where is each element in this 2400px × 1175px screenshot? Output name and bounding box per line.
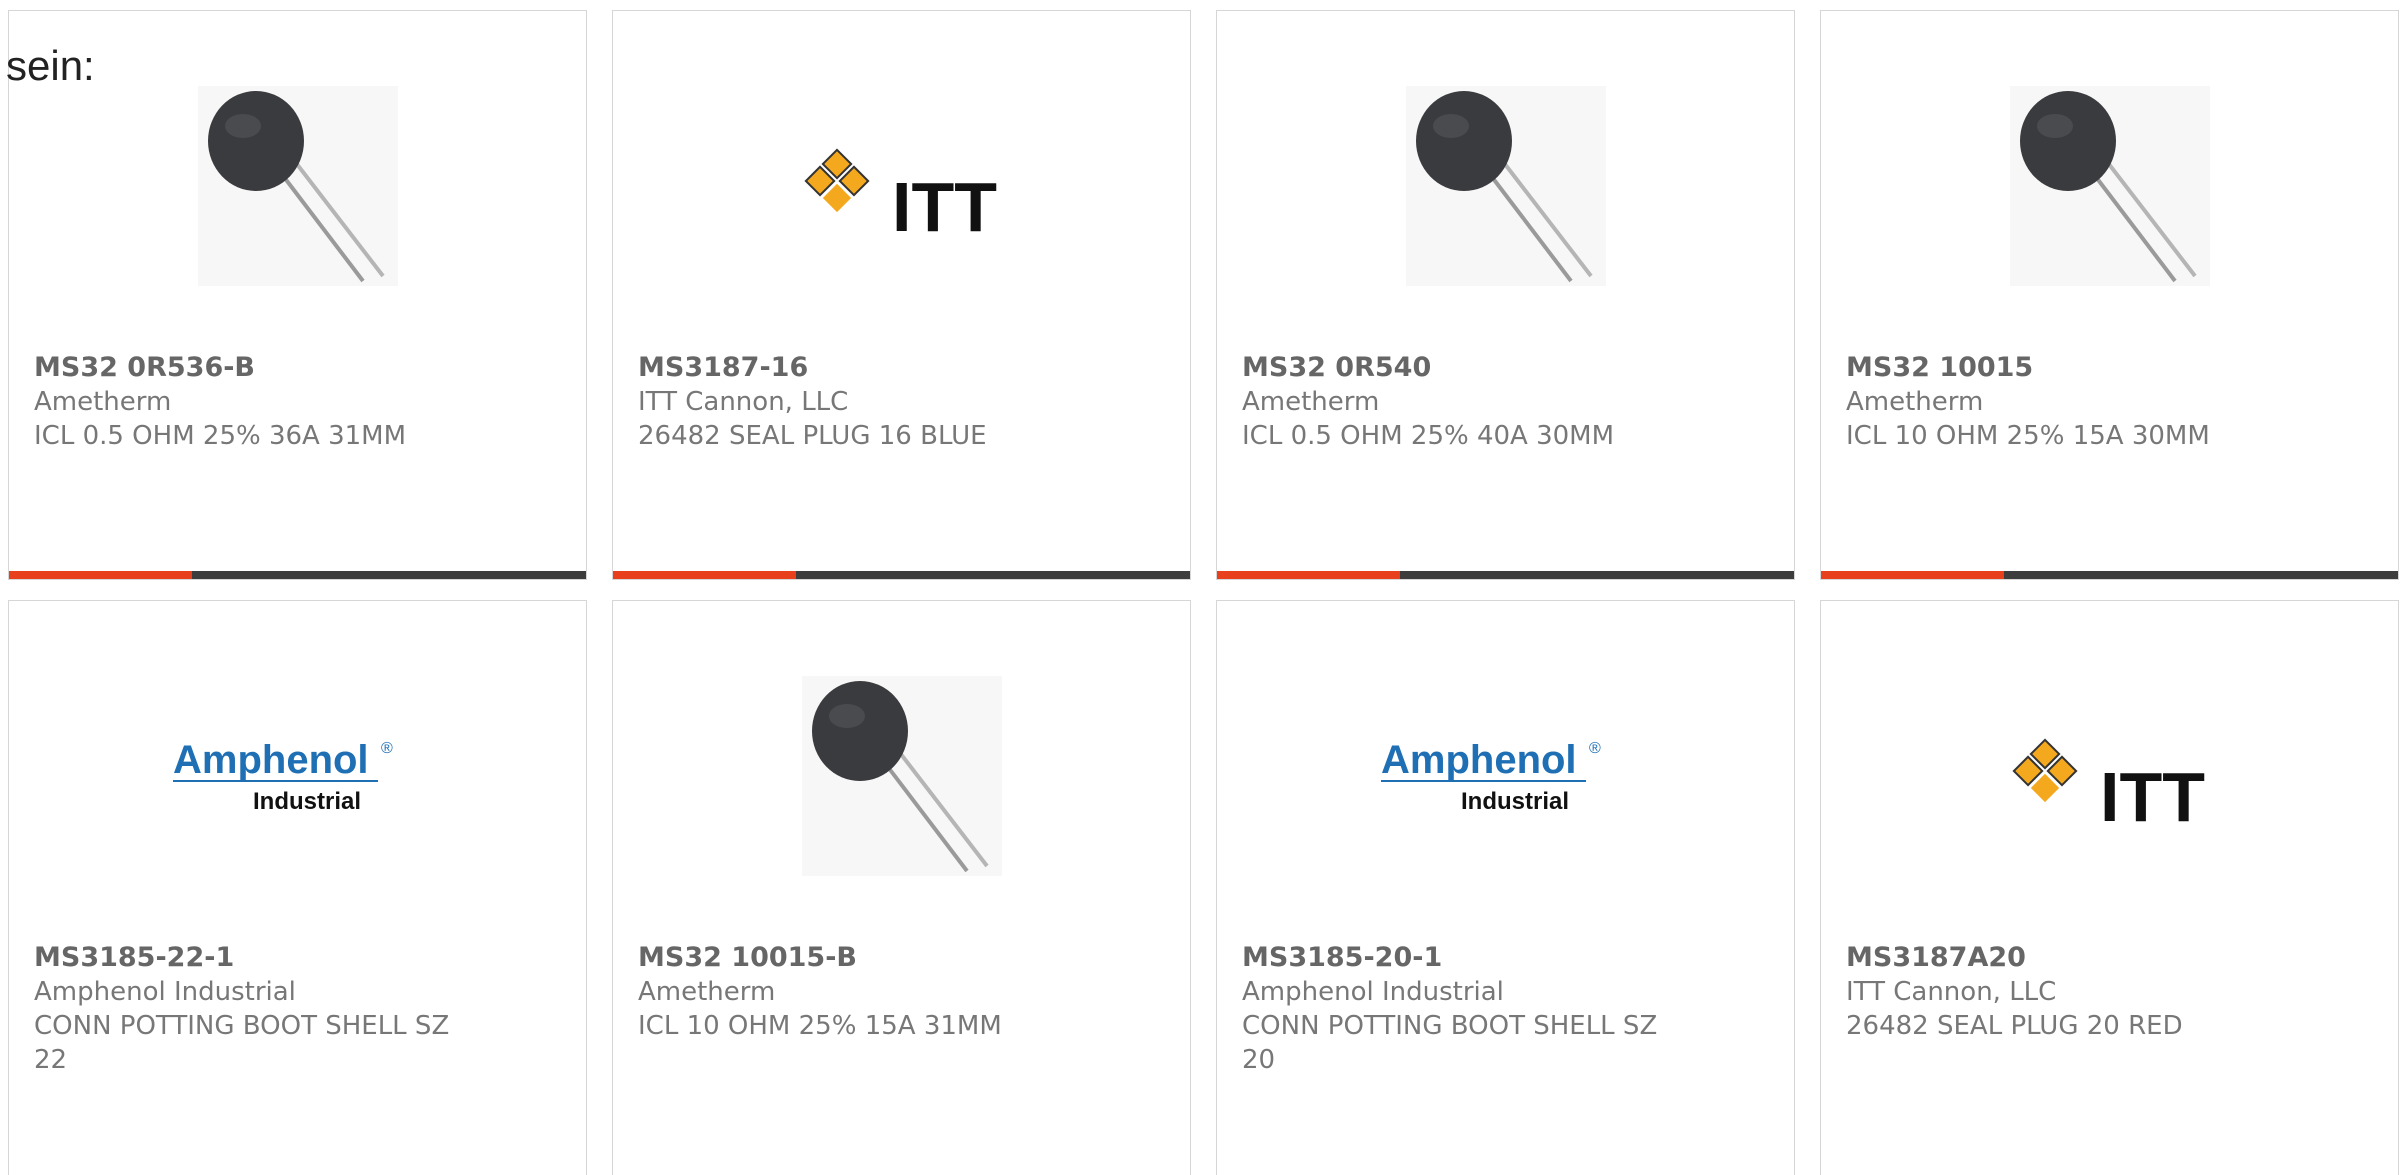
- manufacturer: Ametherm: [34, 387, 172, 417]
- description: ICL 0.5 OHM 25% 36A 31MM: [34, 421, 407, 451]
- intro-text: sein:: [6, 42, 95, 89]
- description: ICL 10 OHM 25% 15A 31MM: [638, 1011, 1002, 1041]
- part-number[interactable]: MS32 10015-B: [638, 941, 1165, 975]
- product-image[interactable]: [613, 661, 1190, 891]
- product-image[interactable]: ITT: [613, 71, 1190, 301]
- product-card[interactable]: ITT MS3187-16 ITT Cannon, LLC 26482 SEAL…: [612, 10, 1191, 580]
- card-accent-bar: [1217, 571, 1400, 579]
- product-image[interactable]: Amphenol ® Industrial: [1217, 661, 1794, 891]
- card-accent-bar: [9, 571, 192, 579]
- part-number[interactable]: MS3185-22-1: [34, 941, 561, 975]
- itt-logo-text: ITT: [2100, 758, 2205, 836]
- description: ICL 0.5 OHM 25% 40A 30MM: [1242, 421, 1615, 451]
- part-number[interactable]: MS32 10015: [1846, 351, 2373, 385]
- product-card[interactable]: Amphenol ® Industrial MS3185-22-1 Amphen…: [8, 600, 587, 1175]
- product-card[interactable]: MS32 10015 Ametherm ICL 10 OHM 25% 15A 3…: [1820, 10, 2399, 580]
- card-bottom-bar: [1821, 571, 2398, 579]
- product-image[interactable]: Amphenol ® Industrial: [9, 661, 586, 891]
- manufacturer: ITT Cannon, LLC: [1846, 977, 2057, 1007]
- part-number[interactable]: MS3185-20-1: [1242, 941, 1769, 975]
- product-card[interactable]: MS32 0R540 Ametherm ICL 0.5 OHM 25% 40A …: [1216, 10, 1795, 580]
- amphenol-logo: Amphenol ® Industrial: [1380, 738, 1601, 815]
- card-bottom-bar: [9, 571, 586, 579]
- manufacturer: Ametherm: [638, 977, 776, 1007]
- product-image[interactable]: ITT: [1821, 661, 2398, 891]
- amphenol-logo-mark: ®: [1589, 740, 1601, 757]
- itt-logo: ITT: [2011, 738, 2205, 836]
- amphenol-logo-name: Amphenol: [1381, 738, 1577, 782]
- thermistor-image: [2009, 86, 2210, 286]
- description: ICL 10 OHM 25% 15A 30MM: [1846, 421, 2210, 451]
- product-image[interactable]: [1821, 71, 2398, 301]
- part-number[interactable]: MS32 0R540: [1242, 351, 1769, 385]
- manufacturer: Ametherm: [1846, 387, 1984, 417]
- manufacturer: ITT Cannon, LLC: [638, 387, 849, 417]
- description: 26482 SEAL PLUG 20 RED: [1846, 1011, 2183, 1041]
- card-bottom-bar: [613, 571, 1190, 579]
- itt-logo: ITT: [803, 148, 997, 246]
- manufacturer: Ametherm: [1242, 387, 1380, 417]
- manufacturer: Amphenol Industrial: [1242, 977, 1504, 1007]
- itt-logo-text: ITT: [892, 168, 997, 246]
- product-card[interactable]: MS32 10015-B Ametherm ICL 10 OHM 25% 15A…: [612, 600, 1191, 1175]
- thermistor-image: [1405, 86, 1606, 286]
- description: CONN POTTING BOOT SHELL SZ 22: [34, 1011, 450, 1075]
- part-number[interactable]: MS3187A20: [1846, 941, 2373, 975]
- description: 26482 SEAL PLUG 16 BLUE: [638, 421, 987, 451]
- amphenol-logo-sub: Industrial: [253, 788, 361, 815]
- thermistor-image: [801, 676, 1002, 876]
- amphenol-logo-mark: ®: [381, 740, 393, 757]
- card-accent-bar: [613, 571, 796, 579]
- description: CONN POTTING BOOT SHELL SZ 20: [1242, 1011, 1658, 1075]
- product-image[interactable]: [9, 71, 586, 301]
- amphenol-logo-sub: Industrial: [1461, 788, 1569, 815]
- product-image[interactable]: [1217, 71, 1794, 301]
- amphenol-logo: Amphenol ® Industrial: [172, 738, 393, 815]
- product-card[interactable]: Amphenol ® Industrial MS3185-20-1 Amphen…: [1216, 600, 1795, 1175]
- card-accent-bar: [1821, 571, 2004, 579]
- product-card[interactable]: ITT MS3187A20 ITT Cannon, LLC 26482 SEAL…: [1820, 600, 2399, 1175]
- product-card[interactable]: MS32 0R536-B Ametherm ICL 0.5 OHM 25% 36…: [8, 10, 587, 580]
- manufacturer: Amphenol Industrial: [34, 977, 296, 1007]
- part-number[interactable]: MS3187-16: [638, 351, 1165, 385]
- card-bottom-bar: [1217, 571, 1794, 579]
- thermistor-image: [197, 86, 398, 286]
- part-number[interactable]: MS32 0R536-B: [34, 351, 561, 385]
- amphenol-logo-name: Amphenol: [173, 738, 369, 782]
